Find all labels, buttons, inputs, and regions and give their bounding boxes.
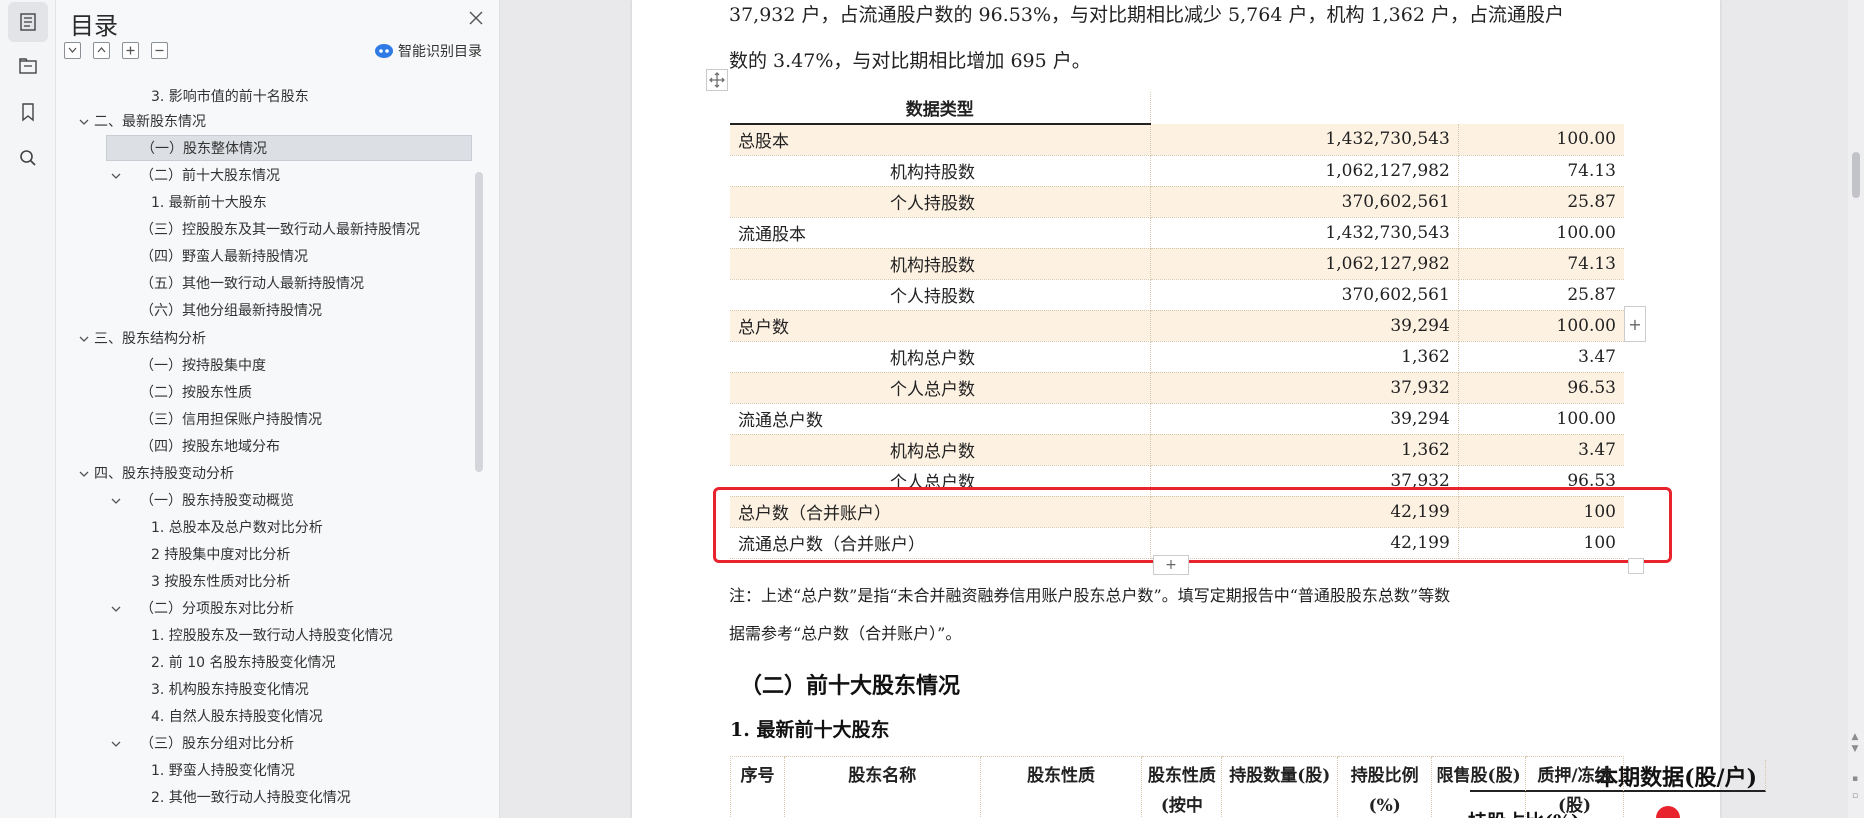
chevron-down-icon[interactable]	[78, 116, 90, 128]
close-icon[interactable]	[466, 8, 486, 28]
add-column-button[interactable]: +	[1624, 306, 1646, 342]
toc-scrollbar[interactable]	[475, 172, 483, 472]
toc-toolbar	[64, 42, 168, 60]
table-row: 机构持股数 1,062,127,982 74.13	[730, 155, 1624, 187]
table-row: 机构总户数 1,362 3.47	[730, 434, 1624, 466]
column-header: 数据类型	[730, 92, 1151, 125]
section-heading: （二）前十大股东情况	[740, 673, 961, 699]
bookmark-icon[interactable]	[8, 92, 48, 132]
column-header: 持股数量(股)	[1221, 756, 1338, 818]
column-header: 持股比例(%)	[1337, 756, 1432, 818]
fit-page-icon[interactable]: ▫	[1850, 792, 1860, 801]
toc-item[interactable]: 1. 控股股东及一致行动人持股变化情况	[151, 623, 393, 649]
toc-item[interactable]: （二）按股东性质	[140, 380, 252, 406]
document-scrollbar[interactable]	[1848, 0, 1864, 818]
toc-item[interactable]: 三、股东结构分析	[94, 326, 206, 352]
chevron-down-icon[interactable]	[78, 468, 90, 480]
toc-item[interactable]: 3 按股东性质对比分析	[151, 569, 290, 595]
chevron-down-icon[interactable]	[78, 333, 90, 345]
folder-tree-icon[interactable]	[8, 46, 48, 86]
paragraph-line: 数的 3.47%，与对比期相比增加 695 户。	[729, 50, 1091, 72]
smart-toc-label: 智能识别目录	[398, 44, 482, 60]
toc-item[interactable]: 2 持股集中度对比分析	[151, 542, 290, 568]
column-header: 质押/冻结(股)	[1525, 756, 1624, 818]
column-header: 股东性质(按中	[1141, 756, 1222, 818]
chevron-down-icon[interactable]	[110, 603, 122, 615]
toc-panel: 目录 智能识别目录 3. 影响市值的前十名股东 二、最新股东情况 （一）股东整体…	[56, 0, 500, 818]
toc-list: 3. 影响市值的前十名股东 二、最新股东情况 （一）股东整体情况 （二）前十大股…	[56, 80, 476, 818]
toc-item[interactable]: （二）分项股东对比分析	[140, 596, 294, 622]
paragraph-line: 37,932 户，占流通股户数的 96.53%，与对比期相比减少 5,764 户…	[729, 4, 1564, 26]
note-line: 注：上述“总户数”是指“未合并融资融券信用账户股东总户数”。填写定期报告中“普通…	[729, 586, 1451, 605]
table-row: 总股本 1,432,730,543 100.00	[730, 124, 1624, 156]
toc-item[interactable]: 2. 其他一致行动人持股变化情况	[151, 785, 351, 811]
toc-item[interactable]: （三）信用担保账户持股情况	[140, 407, 322, 433]
top10-table: 序号 股东名称 股东性质 股东性质(按中 持股数量(股) 持股比例(%) 限售股…	[730, 756, 1624, 818]
toc-item[interactable]: 1. 野蛮人持股变化情况	[151, 758, 295, 784]
table-row: 个人总户数 37,932 96.53	[730, 372, 1624, 404]
toc-item[interactable]: 3. 机构股东持股变化情况	[151, 677, 309, 703]
toc-item[interactable]: （六）其他分组最新持股情况	[140, 298, 322, 324]
smart-toc-button[interactable]: 智能识别目录	[374, 41, 482, 61]
toc-item[interactable]: （三）控股股东及其一致行动人最新持股情况	[140, 217, 420, 243]
column-header: 股东名称	[783, 756, 981, 818]
collapse-all-icon[interactable]	[93, 42, 110, 59]
toc-item[interactable]: （一）股东持股变动概览	[140, 488, 294, 514]
table-row: 机构总户数 1,362 3.47	[730, 341, 1624, 373]
search-icon[interactable]	[8, 138, 48, 178]
table-row: 个人持股数 370,602,561 25.87	[730, 186, 1624, 218]
table-row: 流通总户数 39,294 100.00	[730, 403, 1624, 435]
table-row: 个人持股数 370,602,561 25.87	[730, 279, 1624, 311]
add-row-button[interactable]: +	[1153, 555, 1189, 575]
toc-item-selected[interactable]: （一）股东整体情况	[106, 135, 472, 161]
table-resize-handle[interactable]	[1628, 558, 1644, 574]
toc-item[interactable]: 3. 影响市值的前十名股东	[151, 84, 309, 110]
table-row: 流通股本 1,432,730,543 100.00	[730, 217, 1624, 249]
toc-item[interactable]: 四、股东持股变动分析	[94, 461, 234, 487]
toc-icon[interactable]	[8, 2, 48, 42]
note-line: 据需参考“总户数（合并账户）”。	[729, 624, 962, 643]
column-header: 股东性质	[979, 756, 1142, 818]
scroll-down-icon[interactable]: ▼	[1850, 745, 1860, 754]
scrollbar-thumb[interactable]	[1852, 152, 1860, 198]
subsection-heading: 1. 最新前十大股东	[730, 719, 890, 741]
toc-item[interactable]: 4. 自然人股东持股变化情况	[151, 704, 323, 730]
toc-item[interactable]: （三）股东分组对比分析	[140, 731, 294, 757]
column-header: 序号	[730, 756, 785, 818]
expand-all-icon[interactable]	[64, 42, 81, 59]
table-move-icon[interactable]	[706, 69, 728, 91]
toc-title: 目录	[70, 12, 118, 40]
left-tool-rail	[0, 0, 56, 818]
remove-entry-icon[interactable]	[151, 42, 168, 59]
chevron-down-icon[interactable]	[110, 170, 122, 182]
chevron-down-icon[interactable]	[110, 738, 122, 750]
toc-item[interactable]: （四）按股东地域分布	[140, 434, 280, 460]
toc-item[interactable]: 2. 前 10 名股东持股变化情况	[151, 650, 336, 676]
toc-item[interactable]: （五）其他一致行动人最新持股情况	[140, 271, 364, 297]
table-header-row: 序号 股东名称 股东性质 股东性质(按中 持股数量(股) 持股比例(%) 限售股…	[730, 756, 1624, 818]
table-header-row: 数据类型 本期数据(股/户) 持股占比(%)	[730, 92, 1766, 818]
page-indicator-icon[interactable]: ▪	[1850, 775, 1860, 784]
toc-item[interactable]: （一）按持股集中度	[140, 353, 266, 379]
chevron-down-icon[interactable]	[110, 495, 122, 507]
smart-toc-icon	[375, 44, 393, 58]
table-row: 总户数 39,294 100.00	[730, 310, 1624, 342]
table-row: 机构持股数 1,062,127,982 74.13	[730, 248, 1624, 280]
scroll-up-icon[interactable]: ▲	[1850, 733, 1860, 742]
highlight-annotation-box	[713, 487, 1672, 563]
toc-item[interactable]: （四）野蛮人最新持股情况	[140, 244, 308, 270]
toc-item[interactable]: 二、最新股东情况	[94, 109, 206, 135]
toc-item[interactable]: （二）前十大股东情况	[140, 163, 280, 189]
toc-item[interactable]: 1. 总股本及总户数对比分析	[151, 515, 323, 541]
add-entry-icon[interactable]	[122, 42, 139, 59]
toc-item[interactable]: 1. 最新前十大股东	[151, 190, 267, 216]
column-header: 限售股(股)	[1431, 756, 1526, 818]
